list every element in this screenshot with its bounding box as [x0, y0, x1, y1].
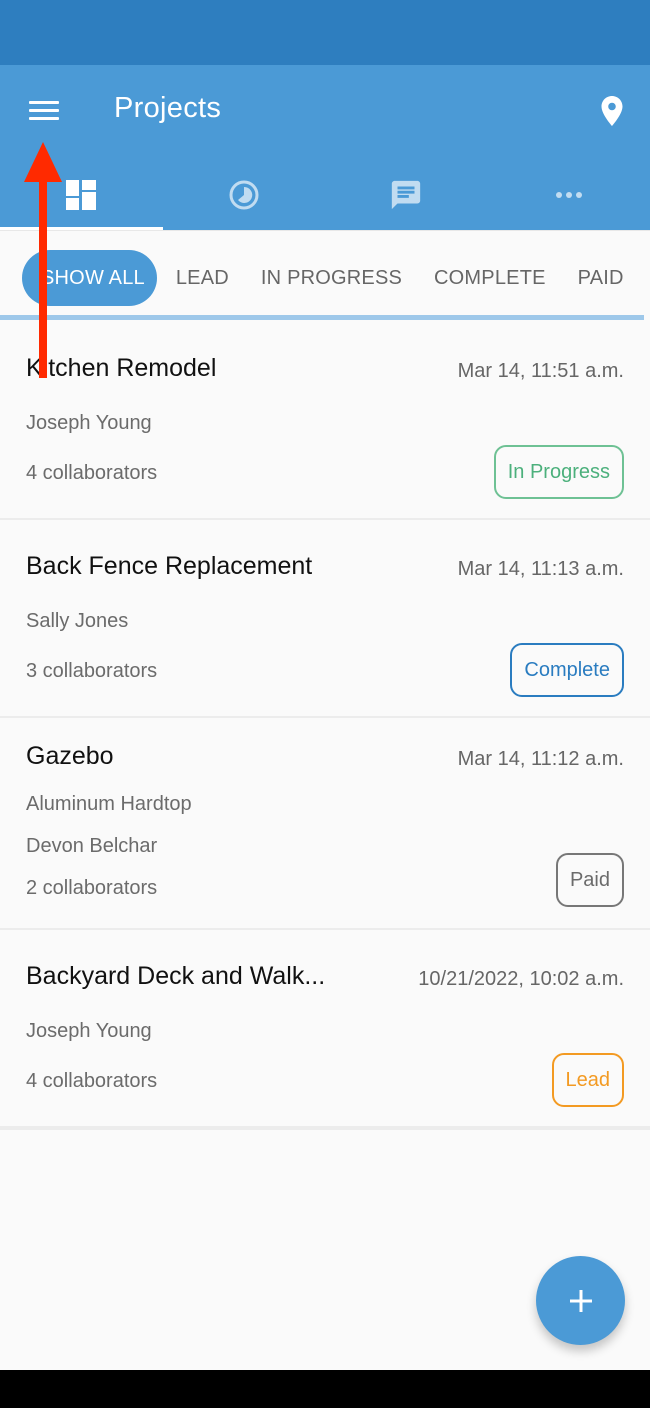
- app-bar: Projects: [0, 65, 650, 230]
- clock-icon: [229, 180, 259, 210]
- plus-icon: [569, 1289, 592, 1312]
- project-client: Sally Jones: [26, 610, 129, 632]
- project-collaborators: 2 collaborators: [26, 877, 158, 899]
- status-badge: Complete: [510, 643, 624, 697]
- filter-chip-lead[interactable]: LEAD: [157, 250, 248, 306]
- project-list: Kitchen Remodel Mar 14, 11:51 a.m. Josep…: [0, 322, 650, 1130]
- tab-dashboard[interactable]: [0, 160, 163, 230]
- chat-message-icon: [392, 180, 421, 210]
- project-card[interactable]: Backyard Deck and Walk... 10/21/2022, 10…: [0, 930, 650, 1130]
- project-client: Joseph Young: [26, 1020, 152, 1042]
- page-title: Projects: [114, 92, 222, 124]
- dashboard-icon: [66, 180, 97, 210]
- project-card[interactable]: Gazebo Mar 14, 11:12 a.m. Aluminum Hardt…: [0, 718, 650, 930]
- project-card[interactable]: Kitchen Remodel Mar 14, 11:51 a.m. Josep…: [0, 322, 650, 520]
- map-pin-icon: [601, 96, 623, 126]
- project-date: Mar 14, 11:12 a.m.: [457, 748, 624, 770]
- project-title: Back Fence Replacement: [26, 552, 313, 580]
- project-date: Mar 14, 11:51 a.m.: [457, 360, 624, 382]
- status-filter-bar: SHOW ALL LEAD IN PROGRESS COMPLETE PAID: [0, 230, 650, 322]
- status-badge: Lead: [551, 1053, 624, 1107]
- status-badge: In Progress: [493, 445, 624, 499]
- project-date: 10/21/2022, 10:02 a.m.: [418, 968, 624, 990]
- project-title: Gazebo: [26, 742, 114, 770]
- filter-chip-complete[interactable]: COMPLETE: [415, 250, 565, 306]
- menu-button[interactable]: [22, 89, 66, 133]
- filter-scroll-indicator[interactable]: [0, 315, 644, 320]
- project-date: Mar 14, 11:13 a.m.: [457, 558, 624, 580]
- filter-chip-in-progress[interactable]: IN PROGRESS: [242, 250, 421, 306]
- tab-more[interactable]: [488, 160, 650, 230]
- project-title: Backyard Deck and Walk...: [26, 962, 326, 990]
- status-bar: [0, 0, 650, 65]
- project-collaborators: 4 collaborators: [26, 462, 158, 484]
- project-title: Kitchen Remodel: [26, 354, 217, 382]
- hamburger-menu-icon: [29, 101, 59, 104]
- system-navigation-bar: [0, 1370, 650, 1408]
- tab-messages[interactable]: [325, 160, 488, 230]
- project-subtitle: Aluminum Hardtop: [26, 793, 192, 815]
- status-badge: Paid: [555, 853, 624, 907]
- project-client: Devon Belchar: [26, 835, 158, 857]
- location-button[interactable]: [594, 91, 630, 131]
- filter-chip-show-all[interactable]: SHOW ALL: [22, 250, 157, 306]
- project-collaborators: 4 collaborators: [26, 1070, 158, 1092]
- add-project-button[interactable]: [536, 1256, 625, 1345]
- project-client: Joseph Young: [26, 412, 152, 434]
- filter-chip-paid[interactable]: PAID: [559, 250, 643, 306]
- tab-timeline[interactable]: [163, 160, 326, 230]
- tab-bar: [0, 160, 650, 230]
- project-card[interactable]: Back Fence Replacement Mar 14, 11:13 a.m…: [0, 520, 650, 718]
- more-horizontal-icon: [555, 192, 582, 198]
- project-collaborators: 3 collaborators: [26, 660, 158, 682]
